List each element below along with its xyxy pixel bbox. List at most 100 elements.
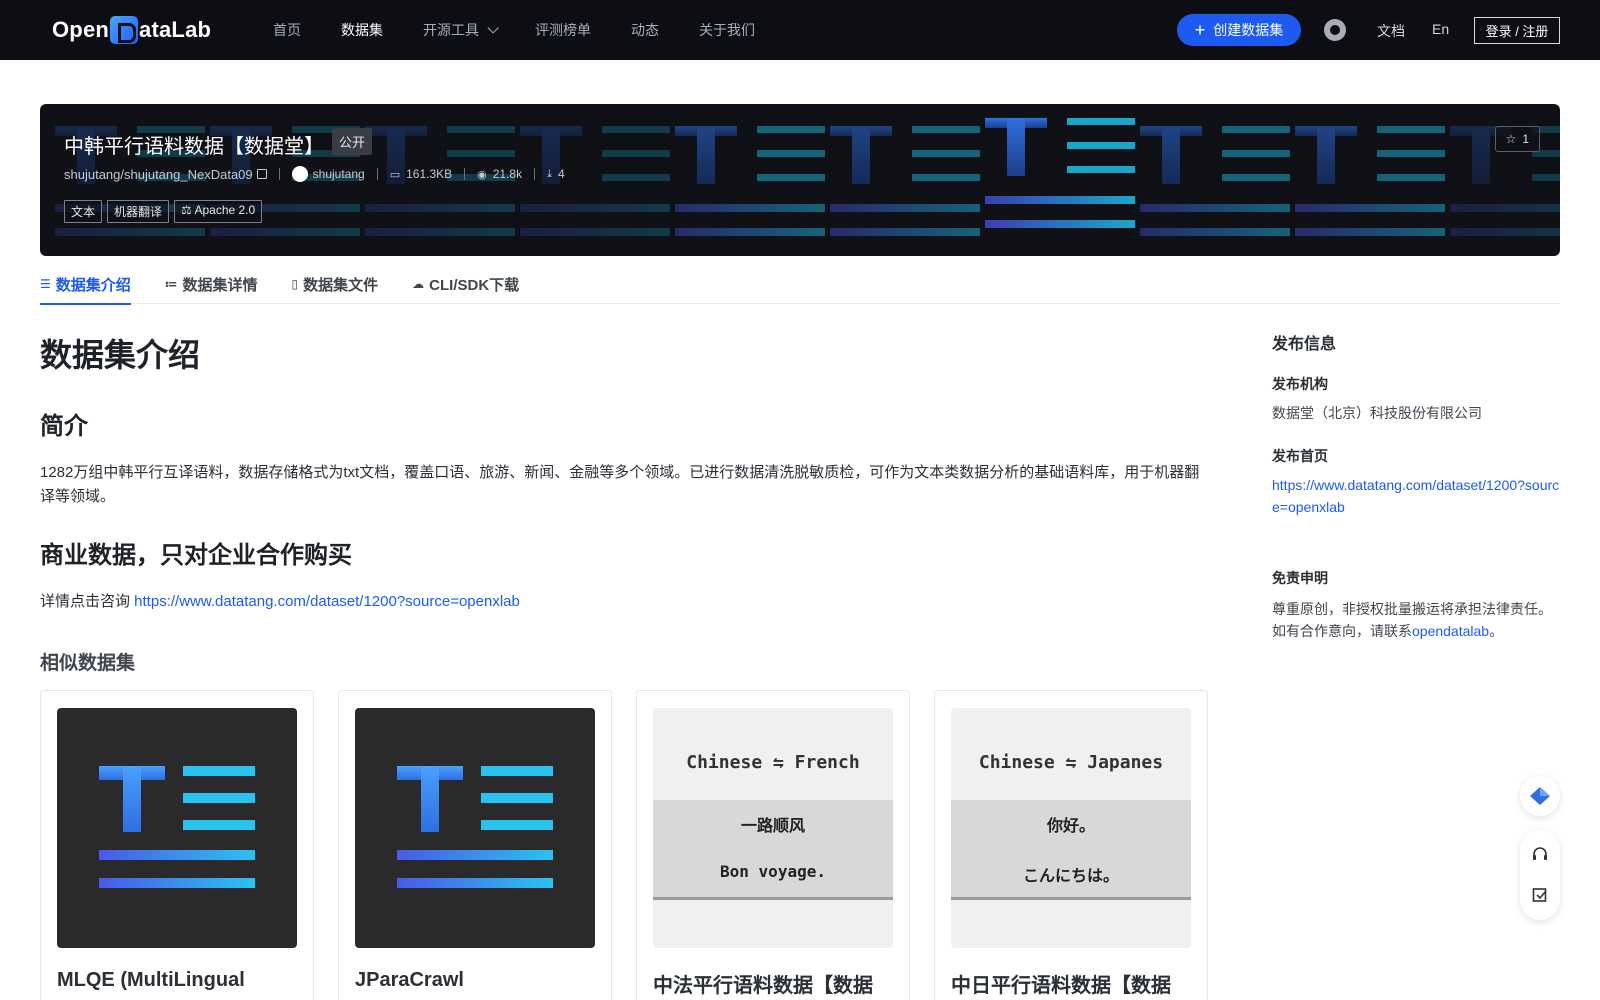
- main-content: 数据集介绍 简介 1282万组中韩平行互译语料，数据存储格式为txt文档，覆盖口…: [40, 328, 1210, 614]
- similar-card[interactable]: Chinese ⇋ Japanes 你好。 こんにちは。 中日平行语料数据【数据: [934, 690, 1208, 1000]
- create-dataset-button[interactable]: + 创建数据集: [1177, 14, 1301, 46]
- thumb-line-1: 一路顺风: [740, 816, 805, 835]
- page-title: 数据集介绍: [40, 337, 201, 373]
- thumb-language-pair: Chinese ⇋ French: [686, 752, 860, 773]
- tab-intro[interactable]: ☰ 数据集介绍: [40, 264, 131, 305]
- similar-card[interactable]: JParaCrawl: [338, 690, 612, 1000]
- translation-thumbnail: Chinese ⇋ Japanes 你好。 こんにちは。: [951, 708, 1191, 948]
- intro-text: 1282万组中韩平行互译语料，数据存储格式为txt文档，覆盖口语、旅游、新闻、金…: [40, 464, 1200, 505]
- tab-details-label: 数据集详情: [182, 276, 258, 294]
- license-tag[interactable]: ⚖ Apache 2.0: [174, 200, 263, 223]
- star-icon: ☆: [1505, 132, 1517, 146]
- logo[interactable]: Open ataLab: [52, 14, 211, 46]
- similar-card-title: JParaCrawl: [355, 969, 464, 991]
- logo-d-icon: [110, 16, 139, 44]
- nav-datasets[interactable]: 数据集: [341, 20, 383, 40]
- contact-link[interactable]: opendatalab: [1412, 623, 1489, 639]
- nav-tools[interactable]: 开源工具: [423, 20, 499, 40]
- nav-about[interactable]: 关于我们: [699, 20, 755, 40]
- publisher-value: 数据堂（北京）科技股份有限公司: [1272, 405, 1482, 421]
- thumb-line-2: こんにちは。: [1022, 866, 1119, 885]
- detail-prefix: 详情点击咨询: [40, 593, 135, 610]
- similar-card-title: MLQE (MultiLingual: [57, 969, 245, 991]
- cloud-download-icon: ☁: [412, 277, 425, 291]
- login-button[interactable]: 登录 / 注册: [1474, 17, 1560, 44]
- thumb-language-pair: Chinese ⇋ Japanes: [978, 752, 1164, 773]
- eye-icon: ◉: [477, 168, 487, 181]
- tab-files-label: 数据集文件: [303, 276, 379, 294]
- nav-home[interactable]: 首页: [273, 20, 301, 40]
- similar-card[interactable]: MLQE (MultiLingual: [40, 690, 314, 1000]
- tab-files[interactable]: ▯ 数据集文件: [292, 264, 379, 304]
- dataset-path: shujutang/shujutang_NexData09: [64, 166, 253, 182]
- headset-icon[interactable]: [1531, 846, 1549, 864]
- homepage-label: 发布首页: [1272, 448, 1328, 464]
- banner-te-mark: [1295, 126, 1445, 236]
- storage-icon: ▭: [389, 168, 401, 181]
- similar-card-title: 中法平行语料数据【数据: [653, 975, 873, 997]
- language-switch[interactable]: En: [1432, 21, 1449, 37]
- avatar[interactable]: [291, 166, 308, 182]
- license-label: Apache 2.0: [194, 203, 256, 217]
- list-icon: ≔: [164, 277, 178, 291]
- te-logo-icon: [397, 766, 553, 888]
- chevron-down-icon: [487, 22, 499, 34]
- banner-te-mark: [675, 126, 825, 236]
- plus-icon: +: [1194, 20, 1206, 40]
- download-count: 4: [557, 167, 565, 181]
- divider: [534, 168, 536, 180]
- publish-info-heading: 发布信息: [1272, 336, 1337, 353]
- similar-datasets-list: MLQE (MultiLingual JParaCrawl Chinese ⇋ …: [40, 690, 1232, 1000]
- tag-machine-translation[interactable]: 机器翻译: [107, 200, 170, 223]
- divider: [376, 168, 378, 180]
- copy-icon[interactable]: [256, 169, 267, 179]
- feedback-edit-icon[interactable]: [1531, 886, 1549, 904]
- github-icon[interactable]: [1324, 19, 1346, 41]
- disclaimer-label: 免责申明: [1272, 570, 1328, 586]
- banner-te-mark: [985, 118, 1135, 228]
- assistant-button[interactable]: [1520, 776, 1560, 816]
- disclaimer-line-2: 如有合作意向，请联系opendatalab。: [1272, 620, 1560, 642]
- publish-info-sidebar: 发布信息 发布机构 数据堂（北京）科技股份有限公司 发布首页 https://w…: [1272, 330, 1560, 642]
- intro-heading: 简介: [40, 413, 88, 440]
- download-icon: ⤓: [547, 167, 552, 180]
- owner-name[interactable]: shujutang: [313, 167, 365, 181]
- tag-text[interactable]: 文本: [64, 200, 103, 223]
- nav-tools-label: 开源工具: [423, 22, 479, 38]
- view-count: 21.8k: [492, 167, 523, 181]
- create-dataset-label: 创建数据集: [1213, 22, 1284, 38]
- te-logo-thumbnail: [355, 708, 595, 948]
- dataset-banner: 中韩平行语料数据【数据堂】 公开 ☆ 1 shujutang/shujutang…: [40, 104, 1560, 256]
- tag-list: 文本 机器翻译 ⚖ Apache 2.0: [64, 200, 267, 223]
- diamond-icon: [1530, 787, 1550, 805]
- disclaimer-prefix: 如有合作意向，请联系: [1272, 623, 1412, 639]
- tab-cli-sdk[interactable]: ☁ CLI/SDK下载: [412, 264, 519, 304]
- homepage-link[interactable]: https://www.datatang.com/dataset/1200?so…: [1272, 474, 1560, 518]
- star-button[interactable]: ☆ 1: [1494, 126, 1540, 152]
- docs-link[interactable]: 文档: [1377, 21, 1405, 41]
- similar-card[interactable]: Chinese ⇋ French 一路顺风 Bon voyage. 中法平行语料…: [636, 690, 910, 1000]
- disclaimer-line-1: 尊重原创，非授权批量搬运将承担法律责任。: [1272, 601, 1552, 617]
- detail-link[interactable]: https://www.datatang.com/dataset/1200?so…: [134, 593, 520, 610]
- dataset-title: 中韩平行语料数据【数据堂】: [64, 136, 324, 158]
- publisher-label: 发布机构: [1272, 376, 1328, 392]
- thumb-line-1: 你好。: [1046, 816, 1095, 835]
- top-nav: Open ataLab 首页 数据集 开源工具 评测榜单 动态 关于我们 + 创建…: [0, 0, 1600, 60]
- te-logo-icon: [99, 766, 255, 888]
- nav-news[interactable]: 动态: [631, 20, 659, 40]
- tab-details[interactable]: ≔ 数据集详情: [165, 264, 258, 304]
- detail-paragraph: 详情点击咨询 https://www.datatang.com/dataset/…: [40, 590, 1210, 614]
- file-icon: ▯: [291, 277, 299, 291]
- te-logo-thumbnail: [57, 708, 297, 948]
- dataset-meta: shujutang/shujutang_NexData09 shujutang …: [64, 166, 565, 182]
- nav-leaderboard[interactable]: 评测榜单: [535, 20, 591, 40]
- banner-te-mark: [1140, 126, 1290, 236]
- divider: [464, 168, 466, 180]
- similar-datasets-heading: 相似数据集: [40, 653, 136, 674]
- commercial-heading: 商业数据，只对企业合作购买: [40, 542, 352, 569]
- logo-text-left: Open: [52, 17, 110, 42]
- nav-links: 首页 数据集 开源工具 评测榜单 动态 关于我们: [273, 0, 795, 60]
- dataset-tabs: ☰ 数据集介绍 ≔ 数据集详情 ▯ 数据集文件 ☁ CLI/SDK下载: [40, 264, 1560, 305]
- logo-text-right: ataLab: [139, 17, 212, 42]
- database-icon: ☰: [40, 277, 51, 291]
